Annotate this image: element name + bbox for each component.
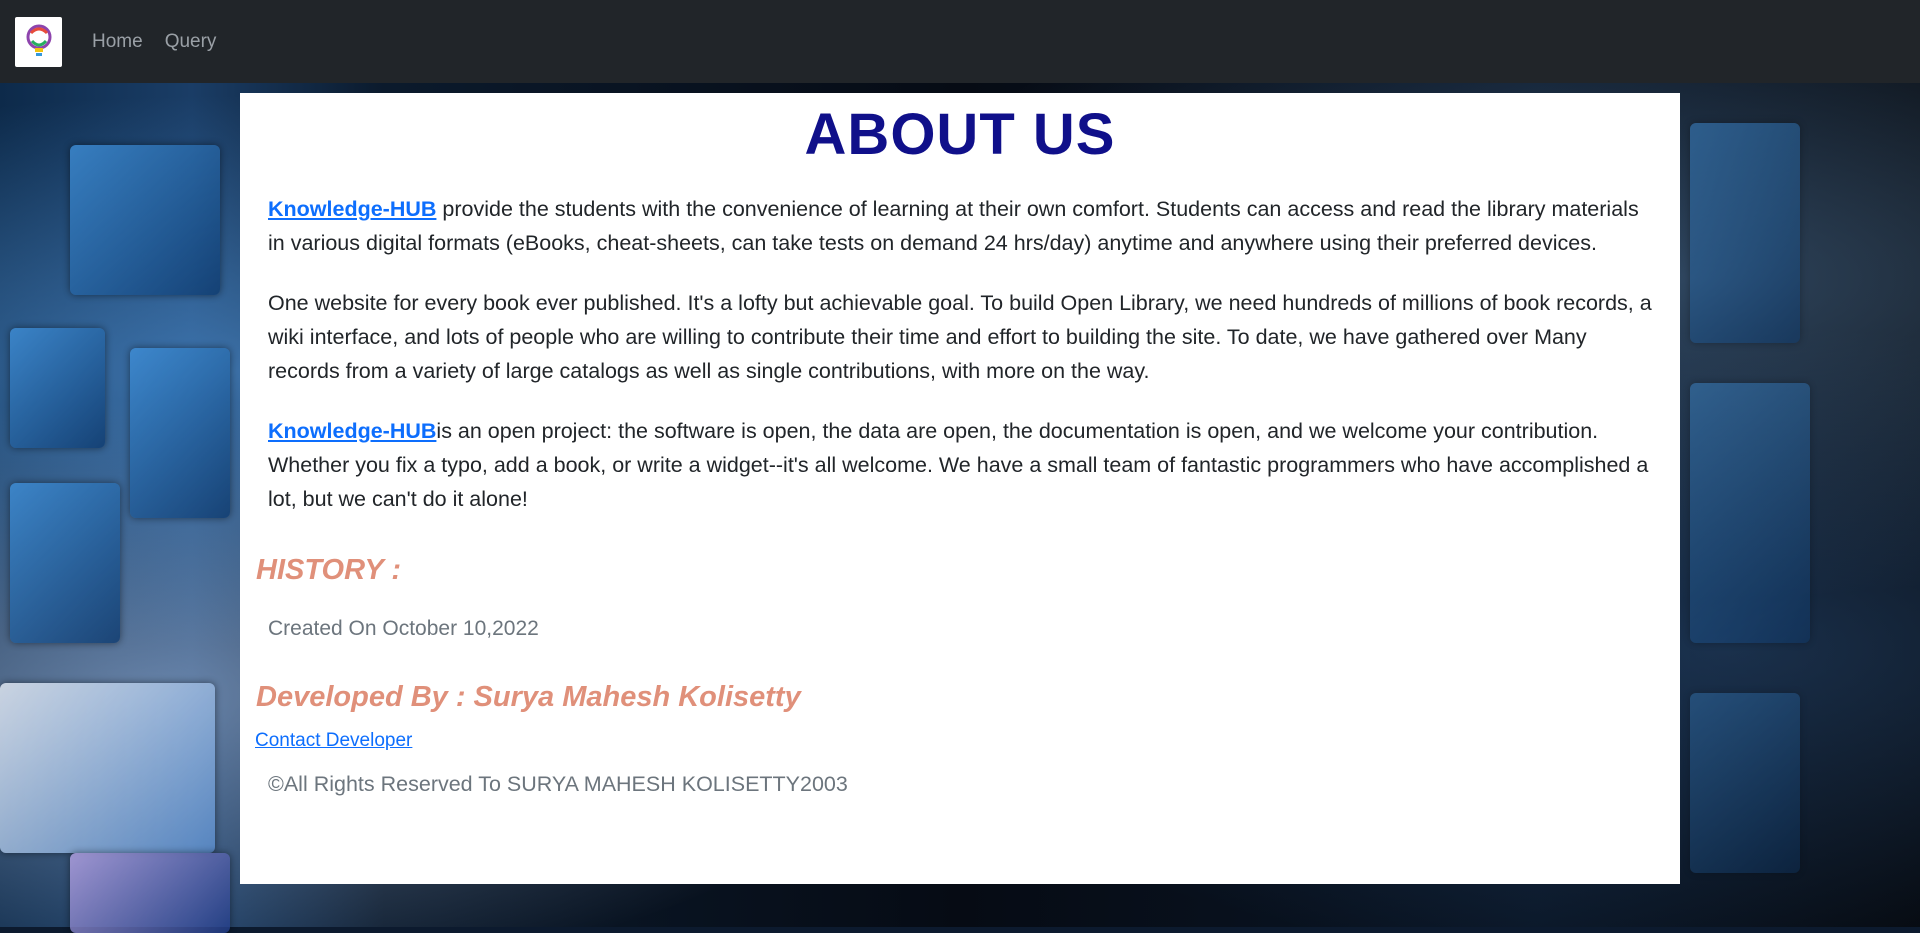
page-title: ABOUT US — [804, 102, 1116, 167]
nav-link-home[interactable]: Home — [92, 31, 143, 53]
created-date: Created On October 10,2022 — [268, 617, 539, 640]
about-card: ABOUT US Knowledge-HUB provide the stude… — [240, 93, 1680, 884]
nav-link-query[interactable]: Query — [165, 31, 217, 53]
navbar: Home Query — [0, 0, 1920, 83]
background-screens-right — [1680, 83, 1920, 927]
contact-developer-link[interactable]: Contact Developer — [255, 730, 1680, 752]
paragraph-1-text: provide the students with the convenienc… — [268, 197, 1639, 255]
knowledge-hub-link[interactable]: Knowledge-HUB — [268, 197, 436, 221]
background-screens-left — [0, 83, 240, 933]
about-paragraph-3: Knowledge-HUBis an open project: the sof… — [268, 414, 1652, 516]
history-heading: HISTORY : — [256, 554, 402, 586]
knowledge-hub-link-2[interactable]: Knowledge-HUB — [268, 419, 436, 443]
copyright-text: ©All Rights Reserved To SURYA MAHESH KOL… — [268, 772, 848, 796]
lightbulb-logo-icon — [26, 24, 51, 56]
paragraph-3-text: is an open project: the software is open… — [268, 419, 1649, 511]
about-paragraph-2: One website for every book ever publishe… — [268, 286, 1652, 388]
developer-heading: Developed By : Surya Mahesh Kolisetty — [256, 681, 801, 713]
about-paragraph-1: Knowledge-HUB provide the students with … — [268, 192, 1652, 260]
logo[interactable] — [15, 16, 62, 67]
paragraph-2-text: One website for every book ever publishe… — [268, 291, 1652, 383]
